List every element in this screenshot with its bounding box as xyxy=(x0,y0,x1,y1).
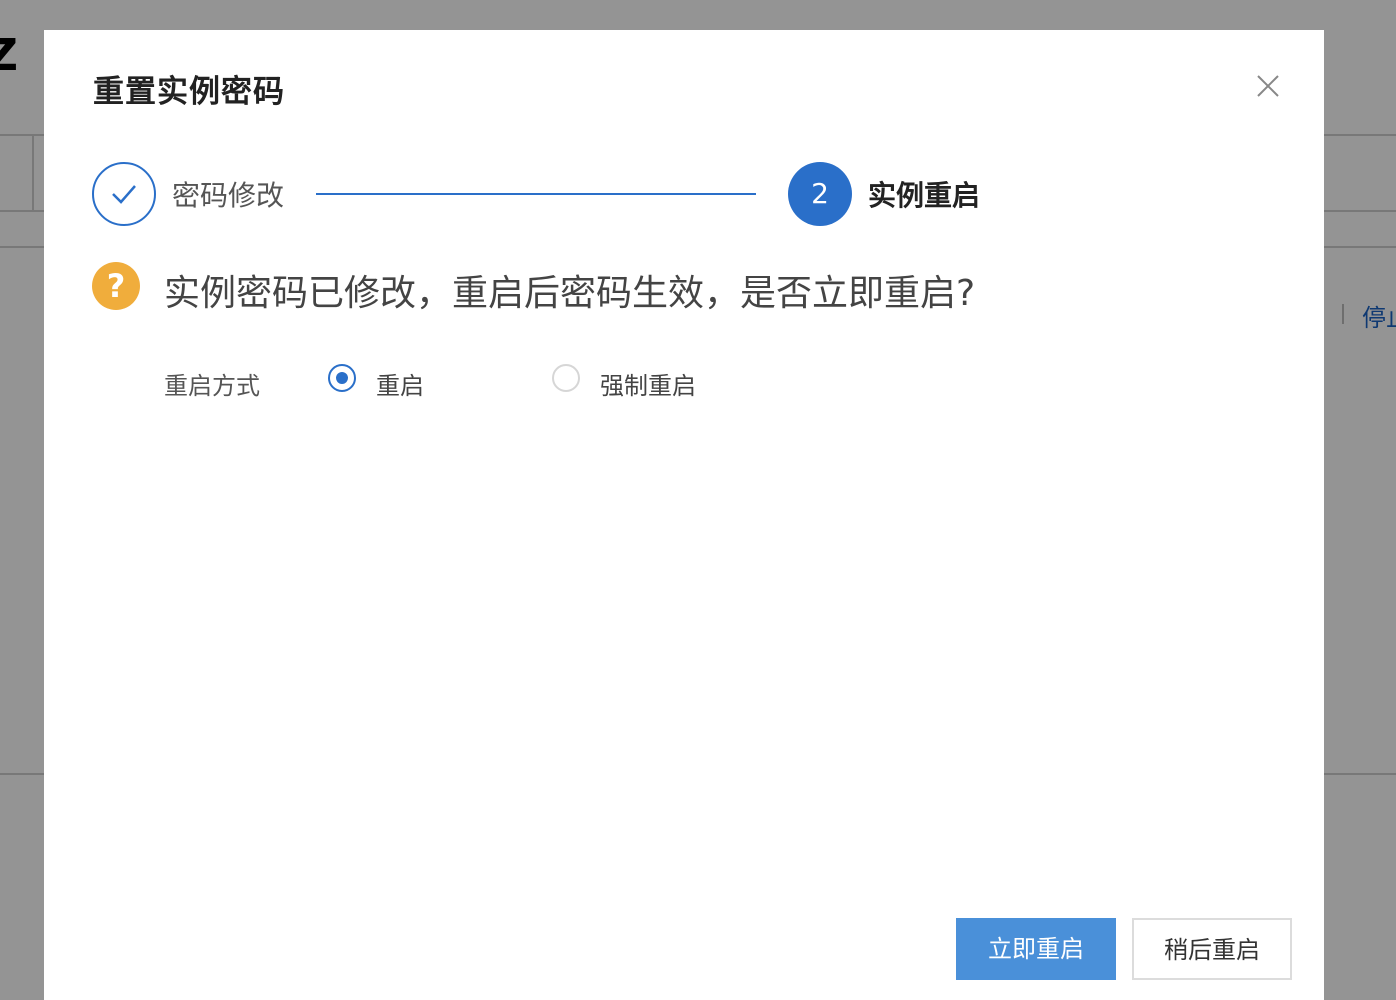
radio-dot xyxy=(336,372,348,384)
step-1-done-circle xyxy=(92,162,156,226)
dialog-title: 重置实例密码 xyxy=(93,74,285,110)
step-2-number: 2 xyxy=(788,162,852,226)
step-2-label: 实例重启 xyxy=(868,179,981,212)
question-text: 实例密码已修改，重启后密码生效，是否立即重启? xyxy=(164,273,976,314)
radio-restart[interactable] xyxy=(328,364,356,392)
close-icon xyxy=(1257,75,1279,97)
step-1-label: 密码修改 xyxy=(172,179,285,212)
restart-now-button[interactable]: 立即重启 xyxy=(956,918,1116,980)
step-connector xyxy=(316,193,756,195)
reset-password-dialog: 重置实例密码 密码修改 2 实例重启 ? 实例密码已修改，重启后密码生效，是否立… xyxy=(44,30,1324,1000)
radio-force-restart[interactable] xyxy=(552,364,580,392)
close-button[interactable] xyxy=(1254,72,1282,100)
restart-mode-label: 重启方式 xyxy=(164,372,260,400)
radio-restart-label[interactable]: 重启 xyxy=(376,366,424,401)
check-icon xyxy=(112,185,136,204)
radio-force-restart-label[interactable]: 强制重启 xyxy=(600,366,696,401)
restart-later-button[interactable]: 稍后重启 xyxy=(1132,918,1292,980)
question-icon: ? xyxy=(92,262,140,310)
